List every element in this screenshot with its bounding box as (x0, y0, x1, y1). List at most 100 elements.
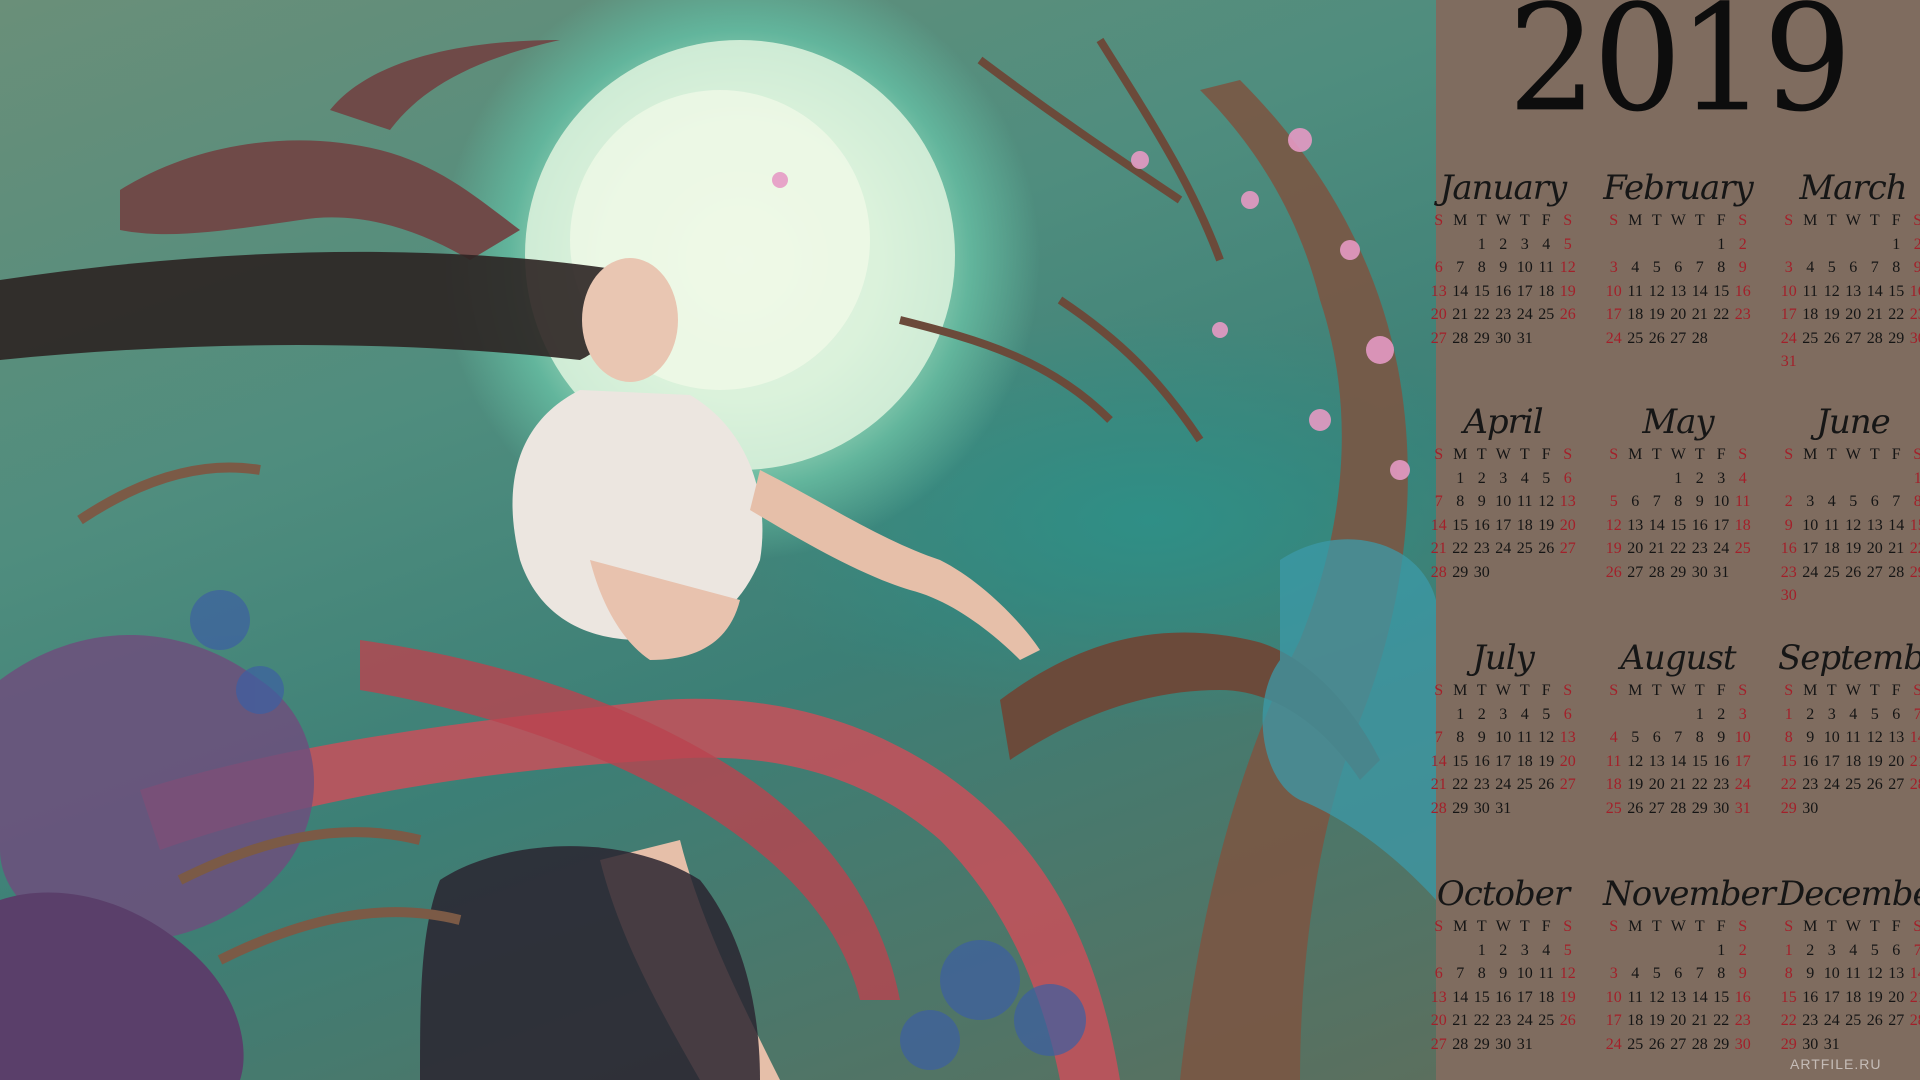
day-cell: 13 (1866, 516, 1883, 534)
day-cell: 1 (1784, 705, 1793, 723)
day-cell: 8 (1784, 965, 1793, 982)
day-cell: 21 (1430, 776, 1447, 793)
month-grid: SMTWTFS123456789101112131415161718192021… (1778, 918, 1920, 1059)
woman-face (582, 258, 678, 382)
day-cell: 27 (1670, 1035, 1687, 1053)
day-cell: 28 (1430, 563, 1447, 581)
day-cell: 6 (1849, 259, 1858, 276)
day-cell: 24 (1802, 563, 1819, 581)
day-cell: 24 (1823, 776, 1840, 793)
day-cell: 16 (1495, 282, 1512, 300)
month-june: JuneSMTWTFS12345678910111213141516171819… (1778, 402, 1920, 611)
month-name: June (1816, 402, 1891, 442)
month-grid: SMTWTFS123456789101112131415161718192021… (1603, 446, 1753, 587)
month-name: October (1436, 874, 1570, 914)
day-cell: 12 (1538, 729, 1555, 746)
empty-cell (1646, 236, 1668, 260)
empty-cell (1603, 706, 1625, 730)
weekday-header: M (1803, 446, 1818, 463)
day-cell: 6 (1652, 729, 1661, 746)
empty-cell (1800, 236, 1822, 260)
day-cell: 15 (1691, 752, 1708, 770)
month-december: DecemberSMTWTFS1234567891011121314151617… (1778, 874, 1920, 1059)
month-august: August S M T W T F S 1 2 3 4 5 6 7 8 9 10 11 12 13 14 15 16 17 18… (1603, 638, 1753, 823)
day-cell: 23 (1734, 306, 1751, 323)
day-cell: 14 (1691, 988, 1708, 1006)
day-cell: 31 (1780, 353, 1797, 370)
day-cell: 23 (1473, 776, 1490, 793)
day-cell: 14 (1909, 729, 1920, 746)
day-cell: 11 (1517, 493, 1533, 510)
day-cell: 21 (1430, 540, 1447, 557)
weekday-header: T (1826, 212, 1837, 229)
weekday-header: T (1869, 918, 1880, 935)
day-cell: 18 (1845, 988, 1862, 1006)
day-cell: 4 (1609, 729, 1618, 746)
day-cell: 19 (1559, 282, 1576, 300)
weekday-header: M (1628, 682, 1643, 699)
weekday-header: T (1651, 682, 1662, 699)
month-grid: SMTWTFS123456789101112131415161718192021… (1603, 682, 1753, 823)
day-cell: 24 (1516, 306, 1533, 323)
weekday-header: S (1738, 682, 1748, 699)
day-cell: 7 (1456, 259, 1465, 276)
day-cell: 13 (1888, 729, 1905, 746)
day-cell: 25 (1823, 563, 1840, 581)
weekday-header: T (1476, 682, 1487, 699)
weekday-header: W (1670, 446, 1686, 463)
month-name: May (1642, 402, 1714, 442)
month-july: July S M T W T F S 1 2 3 4 5 6 7 8 9 10 11 12 13 14 15 16 17 18 19… (1428, 638, 1578, 823)
day-cell: 14 (1866, 282, 1883, 300)
watermark: ARTFILE.RU (1790, 1056, 1882, 1072)
day-cell: 28 (1691, 1035, 1708, 1053)
day-cell: 4 (1542, 941, 1551, 959)
day-cell: 26 (1845, 563, 1862, 581)
day-cell: 25 (1538, 306, 1555, 323)
day-cell: 14 (1430, 752, 1447, 770)
day-cell: 22 (1452, 540, 1469, 557)
weekday-header: T (1869, 682, 1880, 699)
weekday-header: M (1628, 446, 1643, 463)
day-cell: 11 (1845, 965, 1861, 982)
day-cell: 13 (1627, 516, 1644, 534)
day-cell: 17 (1734, 752, 1751, 770)
day-cell: 6 (1870, 493, 1879, 510)
day-cell: 22 (1452, 776, 1469, 793)
day-cell: 4 (1849, 705, 1858, 723)
empty-cell (1646, 706, 1668, 730)
day-cell: 20 (1888, 988, 1905, 1006)
empty-cell (1428, 706, 1450, 730)
day-cell: 2 (1499, 941, 1508, 959)
day-cell: 7 (1695, 259, 1704, 276)
day-cell: 23 (1734, 1012, 1751, 1029)
fantasy-artwork (0, 0, 1436, 1080)
weekday-header: W (1495, 212, 1511, 229)
empty-cell (1428, 470, 1450, 494)
day-cell: 2 (1738, 235, 1747, 253)
day-cell: 10 (1495, 729, 1512, 746)
day-cell: 17 (1516, 988, 1533, 1006)
day-cell: 2 (1806, 705, 1815, 723)
day-cell: 3 (1609, 259, 1618, 276)
day-cell: 9 (1913, 259, 1920, 276)
weekday-header: S (1609, 918, 1619, 935)
day-cell: 5 (1563, 235, 1572, 253)
day-cell: 24 (1823, 1012, 1840, 1029)
empty-cell (1625, 942, 1647, 966)
day-cell: 26 (1648, 329, 1665, 347)
day-cell: 26 (1559, 306, 1576, 323)
day-cell: 1 (1717, 235, 1726, 253)
day-cell: 7 (1695, 965, 1704, 982)
weekday-header: W (1845, 446, 1861, 463)
day-cell: 3 (1806, 493, 1815, 510)
day-cell: 12 (1559, 259, 1576, 276)
day-cell: 22 (1473, 306, 1490, 323)
empty-cell (1428, 942, 1450, 966)
day-cell: 31 (1734, 799, 1751, 817)
day-cell: 17 (1780, 306, 1797, 323)
month-may: May S M T W T F S 1 2 3 4 5 6 7 8 9 10 11 12 13 14 15 16 17 18 19 2… (1603, 402, 1753, 587)
weekday-header: T (1519, 212, 1530, 229)
day-cell: 1 (1717, 941, 1726, 959)
weekday-header: S (1784, 918, 1794, 935)
day-cell: 4 (1631, 259, 1640, 276)
